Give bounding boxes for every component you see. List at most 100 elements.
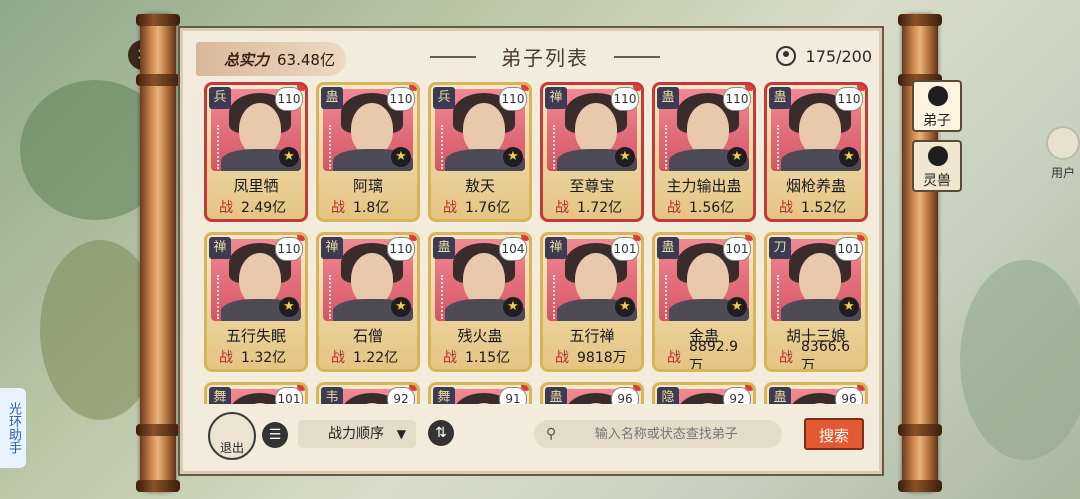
swirl-decoration [553, 125, 567, 169]
sect-badge: 禅 [209, 237, 231, 259]
notification-dot [297, 85, 305, 91]
sort-order-toggle-icon[interactable]: ⇅ [428, 420, 454, 446]
background-foliage [960, 260, 1080, 460]
swirl-decoration [777, 275, 791, 319]
swirl-decoration [777, 125, 791, 169]
star-icon: ★ [615, 147, 635, 167]
disciple-grid: 兵 110 ★ 凤里牺战 2.49亿蛊 110 ★ 阿璃战 1.8亿兵 110 ★ 敖天战 1.76亿禅… [204, 82, 874, 404]
disciple-power: 战 1.52亿 [771, 197, 861, 217]
user-center-label: 用户 [1050, 166, 1075, 180]
power-prefix: 战 [331, 350, 345, 366]
swirl-decoration [217, 125, 231, 169]
rod-band [898, 480, 942, 492]
disciple-card[interactable]: 蛊 110 ★ 主力输出蛊战 1.56亿 [652, 82, 756, 222]
notification-dot [633, 385, 641, 391]
star-icon: ★ [279, 297, 299, 317]
power-value: 1.56亿 [689, 200, 735, 216]
star-icon: ★ [391, 297, 411, 317]
sect-badge: 蛊 [657, 87, 679, 109]
portrait-face [687, 253, 729, 305]
level-badge: 101 [611, 237, 639, 261]
disciple-name: 五行失眠 [225, 327, 286, 345]
star-icon: ★ [391, 147, 411, 167]
sect-badge: 舞 [209, 387, 231, 404]
disciple-name: 五行禅 [569, 327, 615, 345]
disciple-name: 敖天 [464, 177, 495, 195]
power-value: 9818万 [577, 350, 627, 366]
power-value: 2.49亿 [241, 200, 287, 216]
level-badge: 110 [835, 87, 863, 111]
power-value: 1.15亿 [465, 350, 511, 366]
star-icon: ★ [727, 297, 747, 317]
portrait-face [463, 103, 505, 155]
sect-badge: 蛊 [545, 387, 567, 404]
disciple-card[interactable]: 蛊 104 ★ 残火蛊战 1.15亿 [428, 232, 532, 372]
power-prefix: 战 [555, 200, 569, 216]
disciple-card[interactable]: 禅 110 ★ 至尊宝战 1.72亿 [540, 82, 644, 222]
sort-dropdown[interactable]: 战力顺序 ▼ [298, 420, 416, 448]
user-center-icon [1046, 126, 1080, 160]
disciple-power: 战 1.32亿 [211, 347, 301, 367]
portrait-face [239, 253, 281, 305]
level-badge: 104 [499, 237, 527, 261]
chevron-down-icon: ▼ [396, 427, 406, 441]
search-input[interactable] [564, 425, 769, 443]
disciple-card[interactable]: 禅 110 ★ 五行失眠战 1.32亿 [204, 232, 308, 372]
disciple-count: 175/200 [775, 46, 872, 66]
notification-dot [409, 235, 417, 241]
portrait-face [799, 253, 841, 305]
exit-button[interactable]: 退出 [208, 412, 256, 460]
level-badge: 110 [723, 87, 751, 111]
search-bar[interactable]: ⚲ [534, 420, 782, 448]
power-prefix: 战 [667, 350, 681, 366]
power-prefix: 战 [443, 350, 457, 366]
portrait-face [463, 253, 505, 305]
level-badge: 110 [387, 237, 415, 261]
star-icon: ★ [615, 297, 635, 317]
user-center-button[interactable]: 用户 [1046, 126, 1080, 181]
disciple-card[interactable]: 舞101★ [204, 382, 308, 404]
disciple-power: 战 1.56亿 [659, 197, 749, 217]
disciple-card[interactable]: 蛊 110 ★ 阿璃战 1.8亿 [316, 82, 420, 222]
power-prefix: 战 [555, 350, 569, 366]
sect-badge: 刀 [769, 237, 791, 259]
notification-dot [857, 85, 865, 91]
disciple-card[interactable]: 禅 101 ★ 五行禅战 9818万 [540, 232, 644, 372]
tab-spirit-beasts-label: 灵兽 [923, 173, 951, 189]
power-value: 1.22亿 [353, 350, 399, 366]
portrait-face [687, 103, 729, 155]
disciple-card[interactable]: 蛊 110 ★ 烟枪养蛊战 1.52亿 [764, 82, 868, 222]
disciple-card[interactable]: 蛊 101 ★ 金蛊战 8892.9万 [652, 232, 756, 372]
swirl-decoration [665, 275, 679, 319]
level-badge: 110 [275, 237, 303, 261]
total-strength-value: 63.48亿 [277, 50, 335, 69]
search-button[interactable]: 搜索 [804, 418, 864, 450]
notification-dot [745, 235, 753, 241]
swirl-decoration [553, 275, 567, 319]
disciple-card[interactable]: 禅 110 ★ 石僧战 1.22亿 [316, 232, 420, 372]
total-strength-label: 总实力 [224, 50, 270, 69]
rod-band [136, 424, 180, 436]
sect-badge: 蛊 [769, 87, 791, 109]
sect-badge: 禅 [545, 237, 567, 259]
tab-disciples[interactable]: 弟子 [912, 80, 962, 132]
disciple-card[interactable]: 韦92★ [316, 382, 420, 404]
halo-assistant-button[interactable]: 光环助手 [0, 388, 26, 468]
level-badge: 101 [835, 237, 863, 261]
disciple-card[interactable]: 舞91★ [428, 382, 532, 404]
portrait-face [575, 253, 617, 305]
disciple-card[interactable]: 蛊96★ [540, 382, 644, 404]
tab-spirit-beasts[interactable]: 灵兽 [912, 140, 962, 192]
page-title: 弟子列表 [430, 42, 660, 70]
disciple-name: 阿璃 [352, 177, 383, 195]
search-icon: ⚲ [546, 426, 557, 442]
disciple-card[interactable]: 兵 110 ★ 凤里牺战 2.49亿 [204, 82, 308, 222]
disciple-card[interactable]: 兵 110 ★ 敖天战 1.76亿 [428, 82, 532, 222]
power-prefix: 战 [219, 200, 233, 216]
list-filter-icon[interactable]: ☰ [262, 422, 288, 448]
disciple-card[interactable]: 刀 101 ★ 胡十三娘战 8366.6万 [764, 232, 868, 372]
notification-dot [297, 235, 305, 241]
disciple-card[interactable]: 隐92★ [652, 382, 756, 404]
disciple-card[interactable]: 蛊96★ [764, 382, 868, 404]
sect-badge: 蛊 [657, 237, 679, 259]
